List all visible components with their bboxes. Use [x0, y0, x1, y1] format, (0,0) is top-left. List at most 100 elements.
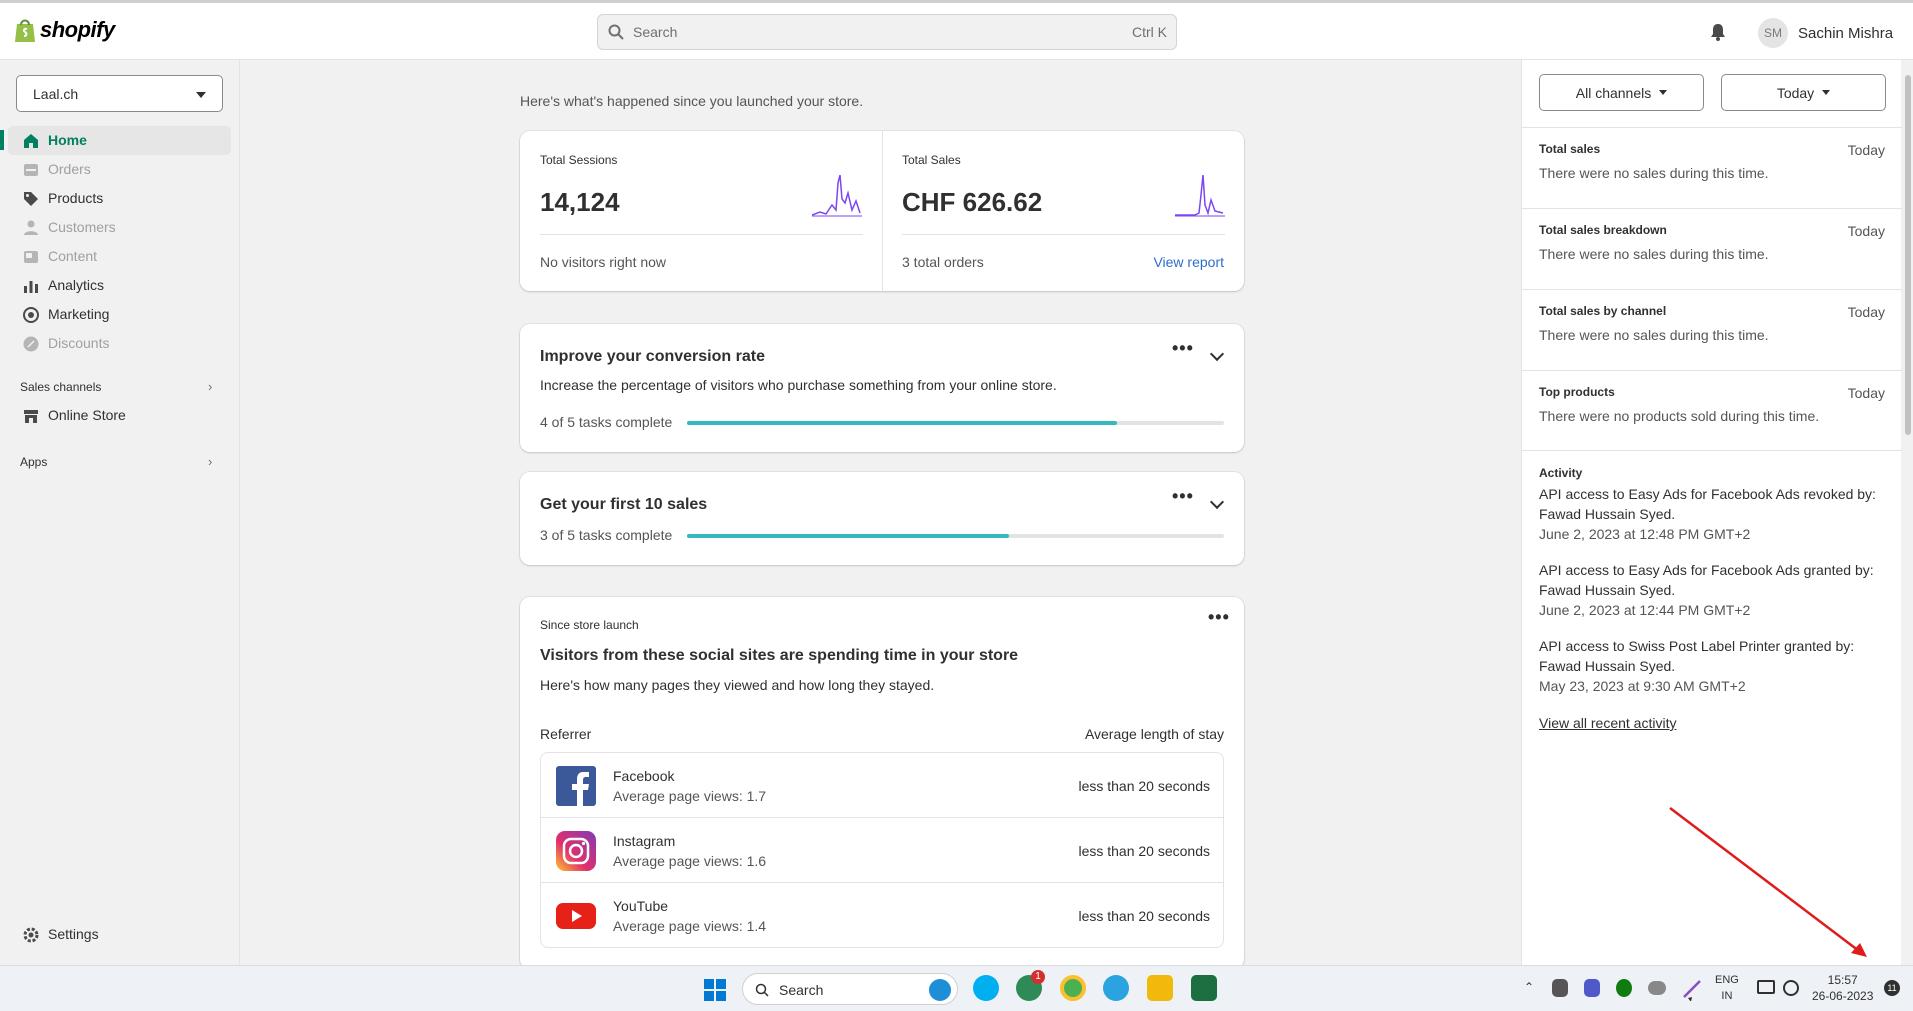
rp-section-breakdown[interactable]: Total sales breakdown Today There were n… — [1522, 208, 1902, 289]
chrome-icon[interactable] — [1060, 975, 1086, 1001]
language-indicator[interactable]: ENG IN — [1715, 972, 1739, 1004]
activity-item: API access to Easy Ads for Facebook Ads … — [1539, 484, 1889, 544]
taskbar-search[interactable]: Search — [742, 973, 958, 1005]
section-body: There were no sales during this time. — [1539, 165, 1769, 181]
sales-label: Total Sales — [902, 153, 961, 167]
channels-button[interactable]: All channels — [1539, 74, 1704, 111]
sidebar-item-content[interactable]: Content — [8, 242, 231, 271]
sales-channels-heading[interactable]: Sales channels — [20, 380, 101, 394]
more-actions-icon[interactable]: ••• — [1172, 486, 1194, 507]
excel-icon[interactable] — [1191, 975, 1217, 1001]
taskbar-search-placeholder: Search — [779, 982, 824, 998]
volume-icon[interactable] — [1783, 980, 1799, 996]
store-selector[interactable]: Laal.ch — [16, 75, 223, 112]
teams-icon[interactable] — [1584, 979, 1600, 997]
sidebar-item-products[interactable]: Products — [8, 184, 231, 213]
vertical-scrollbar[interactable] — [1904, 60, 1913, 965]
divider — [882, 131, 883, 291]
col-stay: Average length of stay — [1084, 726, 1224, 742]
first-sales-card: Get your first 10 sales ••• 3 of 5 tasks… — [520, 472, 1244, 565]
notification-badge: 1 — [1031, 970, 1045, 984]
first-sales-title: Get your first 10 sales — [540, 496, 708, 513]
rp-section-by-channel[interactable]: Total sales by channel Today There were … — [1522, 289, 1902, 370]
security-icon[interactable] — [1616, 979, 1632, 997]
sidebar-item-settings[interactable]: Settings — [8, 920, 231, 949]
progress-fill — [687, 534, 1010, 538]
first-sales-progress-text: 3 of 5 tasks complete — [540, 527, 673, 543]
pen-icon[interactable] — [1682, 977, 1704, 1001]
view-all-activity-link[interactable]: View all recent activity — [1539, 713, 1889, 733]
search-bar[interactable]: Search Ctrl K — [597, 14, 1177, 50]
shopify-logo[interactable]: shopify — [14, 17, 115, 43]
referrer-name: Facebook — [613, 768, 675, 784]
referrer-stay: less than 20 seconds — [1078, 843, 1210, 859]
apps-heading[interactable]: Apps — [20, 455, 47, 469]
active-indicator — [0, 130, 4, 150]
scroll-thumb[interactable] — [1905, 75, 1911, 435]
brand-name: shopify — [40, 17, 115, 42]
store-name: Laal.ch — [33, 86, 79, 102]
top-bar: shopify Search Ctrl K SM Sachin Mishra — [0, 0, 1913, 60]
date-button[interactable]: Today — [1721, 74, 1886, 111]
section-date: Today — [1847, 304, 1885, 320]
referrer-views: Average page views: 1.7 — [613, 788, 767, 804]
view-report-link[interactable]: View report — [1153, 254, 1224, 270]
notification-count[interactable]: 11 — [1884, 980, 1900, 996]
tray-app-icon[interactable] — [1552, 979, 1568, 997]
sessions-value: 14,124 — [540, 187, 620, 217]
orders-icon — [24, 164, 38, 176]
sidebar-item-label: Customers — [48, 219, 116, 235]
clock-date: 26-06-2023 — [1812, 989, 1874, 1003]
sidebar-item-discounts[interactable]: Discounts — [8, 329, 231, 358]
chevron-right-icon[interactable]: › — [208, 379, 212, 394]
bar-chart-icon — [24, 281, 38, 293]
chevron-right-icon[interactable]: › — [208, 454, 212, 469]
sidebar-item-home[interactable]: Home — [8, 126, 231, 155]
rp-section-top-products[interactable]: Top products Today There were no product… — [1522, 370, 1902, 450]
rp-section-total-sales[interactable]: Total sales Today There were no sales du… — [1522, 127, 1902, 208]
sidebar-item-analytics[interactable]: Analytics — [8, 271, 231, 300]
sidebar-item-marketing[interactable]: Marketing — [8, 300, 231, 329]
sidebar-item-orders[interactable]: Orders — [8, 155, 231, 184]
search-icon — [755, 983, 769, 997]
bell-icon[interactable] — [1710, 23, 1726, 41]
chevron-down-icon[interactable] — [1209, 494, 1225, 510]
cloud-icon[interactable] — [1648, 981, 1666, 995]
sidebar-item-label: Discounts — [48, 335, 110, 351]
activity-text: API access to Swiss Post Label Printer g… — [1539, 638, 1855, 674]
sidebar-item-online-store[interactable]: Online Store — [8, 401, 231, 430]
search-icon — [608, 24, 624, 40]
chevron-down-icon[interactable] — [1209, 346, 1225, 362]
section-date: Today — [1847, 223, 1885, 239]
sidebar-item-label: Settings — [48, 926, 99, 942]
gear-icon — [23, 927, 39, 943]
more-actions-icon[interactable]: ••• — [1172, 338, 1194, 359]
referrer-stay: less than 20 seconds — [1078, 908, 1210, 924]
more-actions-icon[interactable]: ••• — [1208, 607, 1230, 628]
activity-section: Activity API access to Easy Ads for Face… — [1522, 450, 1902, 750]
chevron-up-icon[interactable]: ⌃ — [1524, 980, 1534, 994]
display-icon[interactable] — [1757, 980, 1775, 994]
sidebar-item-customers[interactable]: Customers — [8, 213, 231, 242]
activity-item: API access to Swiss Post Label Printer g… — [1539, 636, 1889, 696]
skype-icon[interactable] — [973, 975, 999, 1001]
conversion-desc: Increase the percentage of visitors who … — [540, 377, 1057, 393]
file-explorer-icon[interactable] — [1147, 975, 1173, 1001]
windows-start-icon[interactable] — [704, 979, 726, 1001]
telegram-icon[interactable] — [1103, 975, 1129, 1001]
social-title: Visitors from these social sites are spe… — [540, 647, 1019, 664]
section-title: Total sales by channel — [1539, 304, 1667, 318]
lang-code: ENG — [1715, 974, 1739, 986]
user-name[interactable]: Sachin Mishra — [1798, 25, 1893, 42]
section-title: Total sales — [1539, 142, 1601, 156]
section-body: There were no products sold during this … — [1539, 408, 1820, 424]
annotation-arrow — [1669, 807, 1867, 957]
conversion-title: Improve your conversion rate — [540, 348, 765, 365]
target-icon — [23, 307, 39, 323]
instagram-icon — [556, 831, 596, 871]
avatar[interactable]: SM — [1758, 18, 1788, 48]
bing-icon[interactable] — [929, 979, 951, 1001]
chevron-down-icon — [196, 92, 206, 98]
system-clock[interactable]: 15:57 26-06-2023 — [1812, 972, 1873, 1004]
sessions-label: Total Sessions — [540, 153, 618, 167]
